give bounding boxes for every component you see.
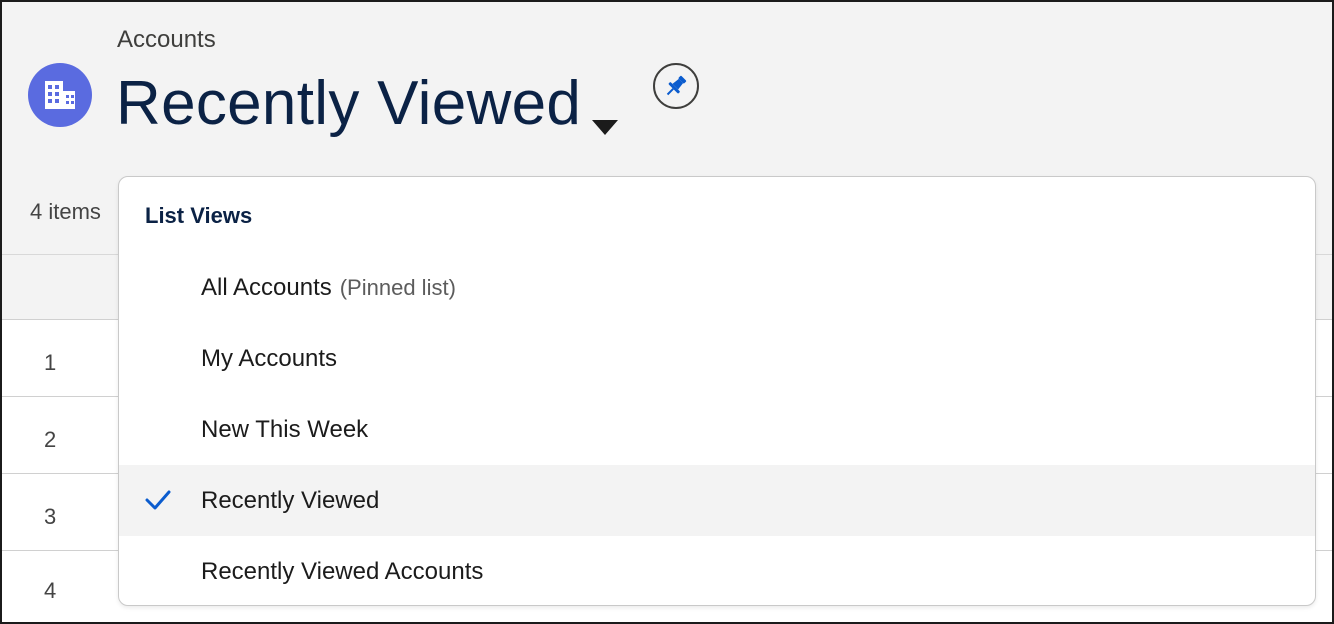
row-number: 2 <box>44 427 57 452</box>
list-view-option-my-accounts[interactable]: My Accounts <box>119 323 1315 394</box>
pin-icon <box>666 75 687 96</box>
option-label: All Accounts <box>201 273 332 301</box>
list-view-option-recently-viewed[interactable]: Recently Viewed <box>119 465 1315 536</box>
chevron-down-icon[interactable] <box>592 120 618 135</box>
list-view-option-recently-viewed-accounts[interactable]: Recently Viewed Accounts <box>119 536 1315 605</box>
pin-button[interactable] <box>653 63 699 109</box>
dropdown-heading: List Views <box>145 203 253 228</box>
option-label: My Accounts <box>201 344 338 372</box>
list-view-option-all-accounts[interactable]: All Accounts (Pinned list) <box>119 252 1315 323</box>
row-number: 1 <box>44 350 57 375</box>
pinned-list-note: (Pinned list) <box>339 274 456 300</box>
building-icon <box>28 63 92 127</box>
app-frame: Accounts Recently Viewed 4 items 1 2 3 4… <box>0 0 1334 624</box>
breadcrumb[interactable]: Accounts <box>117 26 216 54</box>
option-label: Recently Viewed <box>201 486 380 514</box>
page-title[interactable]: Recently Viewed <box>116 68 581 139</box>
option-label: Recently Viewed Accounts <box>201 557 484 585</box>
item-count: 4 items <box>30 199 101 224</box>
list-view-option-new-this-week[interactable]: New This Week <box>119 394 1315 465</box>
list-views-dropdown: List Views All Accounts (Pinned list) My… <box>118 176 1316 606</box>
option-label: New This Week <box>201 415 369 443</box>
row-number: 4 <box>44 578 57 603</box>
check-icon <box>145 490 171 510</box>
row-number: 3 <box>44 504 57 529</box>
